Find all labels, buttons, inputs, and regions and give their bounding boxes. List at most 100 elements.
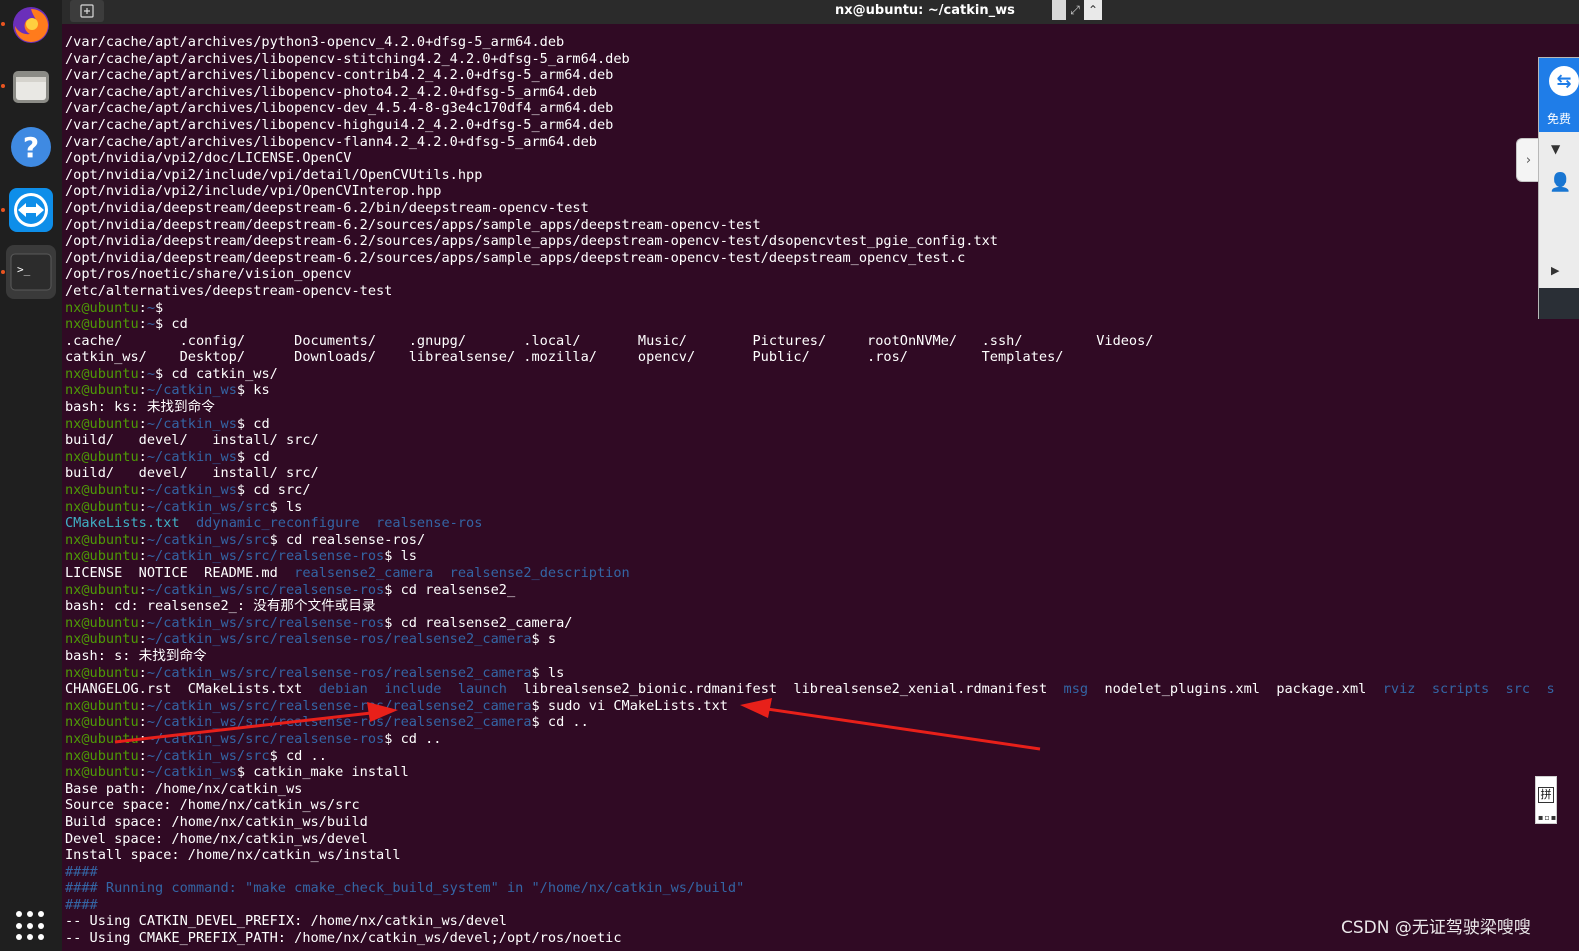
colored-text: ~/catkin_ws bbox=[146, 764, 237, 781]
terminal-line: Source space: /home/nx/catkin_ws/src bbox=[65, 797, 1565, 814]
terminal-text: bash: s: 未找到命令 bbox=[65, 647, 207, 664]
terminal-line: nx@ubuntu:~/catkin_ws/src/realsense-ros/… bbox=[65, 698, 1565, 715]
chevron-up-icon[interactable]: ⌃ bbox=[1084, 0, 1102, 20]
panel-collapse-tab[interactable]: › bbox=[1516, 138, 1540, 182]
colored-text: ~ bbox=[146, 365, 156, 382]
prompt-user: nx@ubuntu bbox=[65, 581, 139, 598]
terminal-text: : bbox=[138, 631, 147, 648]
terminal-text: Install space: /home/nx/catkin_ws/instal… bbox=[65, 847, 401, 864]
terminal-text: /opt/nvidia/vpi2/doc/LICENSE.OpenCV bbox=[65, 150, 352, 167]
terminal-text: Devel space: /home/nx/catkin_ws/devel bbox=[65, 830, 368, 847]
terminal-text: $ cd realsense2_ bbox=[384, 581, 516, 598]
terminal-text: /etc/alternatives/deepstream-opencv-test bbox=[65, 282, 393, 299]
running-indicator bbox=[1, 22, 5, 26]
terminal-line: LICENSE NOTICE README.md realsense2_came… bbox=[65, 565, 1565, 582]
ime-label: 拼 bbox=[1538, 787, 1554, 803]
colored-text: realsense2_camera bbox=[294, 565, 434, 581]
terminal-text: /var/cache/apt/archives/libopencv-contri… bbox=[65, 67, 614, 84]
terminal-line: nx@ubuntu:~/catkin_ws$ cd src/ bbox=[65, 482, 1565, 499]
terminal-text: $ cd bbox=[236, 448, 270, 465]
prompt-user: nx@ubuntu bbox=[65, 548, 139, 565]
apps-grid-icon[interactable] bbox=[16, 911, 46, 941]
terminal-text: CMakeLists.txt bbox=[65, 515, 180, 532]
grid-icon[interactable] bbox=[1052, 0, 1066, 20]
terminal-line: nx@ubuntu:~/catkin_ws/src/realsense-ros/… bbox=[65, 714, 1565, 731]
colored-text: ~/catkin_ws/src bbox=[146, 498, 270, 515]
terminal-line: nx@ubuntu:~$ bbox=[65, 300, 1565, 317]
terminal-line: /var/cache/apt/archives/libopencv-highgu… bbox=[65, 117, 1565, 134]
colored-text: launch bbox=[457, 681, 507, 698]
terminal-text: : bbox=[138, 697, 147, 714]
caret-down-icon[interactable]: ▼ bbox=[1551, 142, 1560, 156]
teamviewer-free-label: 免费 bbox=[1547, 112, 1572, 126]
terminal-text: : bbox=[138, 448, 147, 465]
terminal-line: bash: s: 未找到命令 bbox=[65, 648, 1565, 665]
terminal-text: $ cd .. bbox=[384, 730, 442, 747]
play-icon[interactable]: ▶ bbox=[1551, 264, 1559, 277]
terminal-line: build/ devel/ install/ src/ bbox=[65, 432, 1565, 449]
colored-text: ~/catkin_ws/src/realsense-ros bbox=[146, 581, 385, 598]
terminal-text: /var/cache/apt/archives/libopencv-photo4… bbox=[65, 83, 597, 100]
dock-teamviewer[interactable] bbox=[6, 185, 56, 235]
colored-text: ~/catkin_ws/src/realsense-ros/realsense2… bbox=[146, 664, 532, 681]
dock-files[interactable] bbox=[6, 62, 56, 112]
user-icon[interactable]: 👤 bbox=[1549, 172, 1571, 193]
colored-text: #### bbox=[65, 863, 98, 880]
terminal-text: $ cd bbox=[155, 316, 188, 333]
terminal-text: : bbox=[138, 531, 147, 548]
prompt-user: nx@ubuntu bbox=[65, 382, 139, 399]
terminal-output[interactable]: /var/cache/apt/archives/python3-opencv_4… bbox=[65, 34, 1565, 951]
dock-help[interactable]: ? bbox=[6, 122, 56, 172]
terminal-text: : bbox=[138, 299, 147, 316]
terminal-text: : bbox=[138, 581, 147, 598]
ubuntu-dock: ? >_ bbox=[0, 0, 62, 951]
prompt-user: nx@ubuntu bbox=[65, 714, 139, 731]
terminal-line: /opt/nvidia/vpi2/doc/LICENSE.OpenCV bbox=[65, 150, 1565, 167]
terminal-line: nx@ubuntu:~/catkin_ws/src/realsense-ros/… bbox=[65, 631, 1565, 648]
colored-text: ~/catkin_ws bbox=[146, 448, 237, 465]
colored-text: scripts bbox=[1431, 681, 1490, 698]
terminal-text: : bbox=[138, 614, 147, 631]
new-tab-button[interactable] bbox=[70, 0, 104, 22]
dock-terminal[interactable]: >_ bbox=[6, 245, 56, 299]
terminal-text: /opt/nvidia/deepstream/deepstream-6.2/so… bbox=[65, 249, 966, 266]
terminal-text: /var/cache/apt/archives/libopencv-highgu… bbox=[65, 116, 614, 133]
terminal-line: nx@ubuntu:~/catkin_ws/src/realsense-ros$… bbox=[65, 731, 1565, 748]
terminal-text: /opt/nvidia/vpi2/include/vpi/detail/Open… bbox=[65, 166, 483, 183]
colored-text: src bbox=[1505, 681, 1531, 698]
terminal-line: nx@ubuntu:~/catkin_ws$ catkin_make insta… bbox=[65, 764, 1565, 781]
terminal-text: Source space: /home/nx/catkin_ws/src bbox=[65, 797, 360, 814]
window-title: nx@ubuntu: ~/catkin_ws bbox=[835, 3, 1015, 18]
colored-text: #### bbox=[65, 896, 98, 913]
colored-text: ~/catkin_ws/src bbox=[146, 747, 270, 764]
terminal-line: Install space: /home/nx/catkin_ws/instal… bbox=[65, 847, 1565, 864]
ime-indicator[interactable]: 拼 ▪▫▪ bbox=[1535, 776, 1557, 824]
terminal-text: CHANGELOG.rst CMakeLists.txt bbox=[65, 681, 319, 698]
terminal-line: nx@ubuntu:~/catkin_ws/src$ cd .. bbox=[65, 748, 1565, 765]
terminal-line: /opt/nvidia/deepstream/deepstream-6.2/bi… bbox=[65, 200, 1565, 217]
prompt-user: nx@ubuntu bbox=[65, 415, 139, 432]
terminal-text: : bbox=[138, 498, 147, 515]
svg-text:?: ? bbox=[23, 131, 39, 164]
terminal-text: $ cd catkin_ws/ bbox=[155, 365, 278, 382]
terminal-text: /opt/nvidia/vpi2/include/vpi/OpenCVInter… bbox=[65, 183, 442, 200]
terminal-line: #### bbox=[65, 897, 1565, 914]
terminal-text: .cache/ .config/ Documents/ .gnupg/ .loc… bbox=[65, 332, 1154, 349]
csdn-watermark: CSDN @无证驾驶梁嗖嗖 bbox=[1341, 918, 1531, 938]
terminal-line: /var/cache/apt/archives/libopencv-flann4… bbox=[65, 134, 1565, 151]
terminal-line: /var/cache/apt/archives/libopencv-photo4… bbox=[65, 84, 1565, 101]
maximize-icon[interactable]: ⤢ bbox=[1067, 0, 1083, 20]
prompt-user: nx@ubuntu bbox=[65, 631, 139, 648]
terminal-text: $ ls bbox=[384, 548, 417, 565]
panel-footer bbox=[1539, 288, 1579, 319]
terminal-line: #### Running command: "make cmake_check_… bbox=[65, 880, 1565, 897]
running-indicator bbox=[1, 270, 5, 274]
help-icon: ? bbox=[11, 127, 51, 167]
teamviewer-panel-header[interactable]: ⇆ 免费 bbox=[1539, 58, 1579, 132]
dock-firefox[interactable] bbox=[6, 0, 56, 50]
terminal-text: : bbox=[138, 747, 147, 764]
terminal-line: /opt/nvidia/deepstream/deepstream-6.2/so… bbox=[65, 217, 1565, 234]
